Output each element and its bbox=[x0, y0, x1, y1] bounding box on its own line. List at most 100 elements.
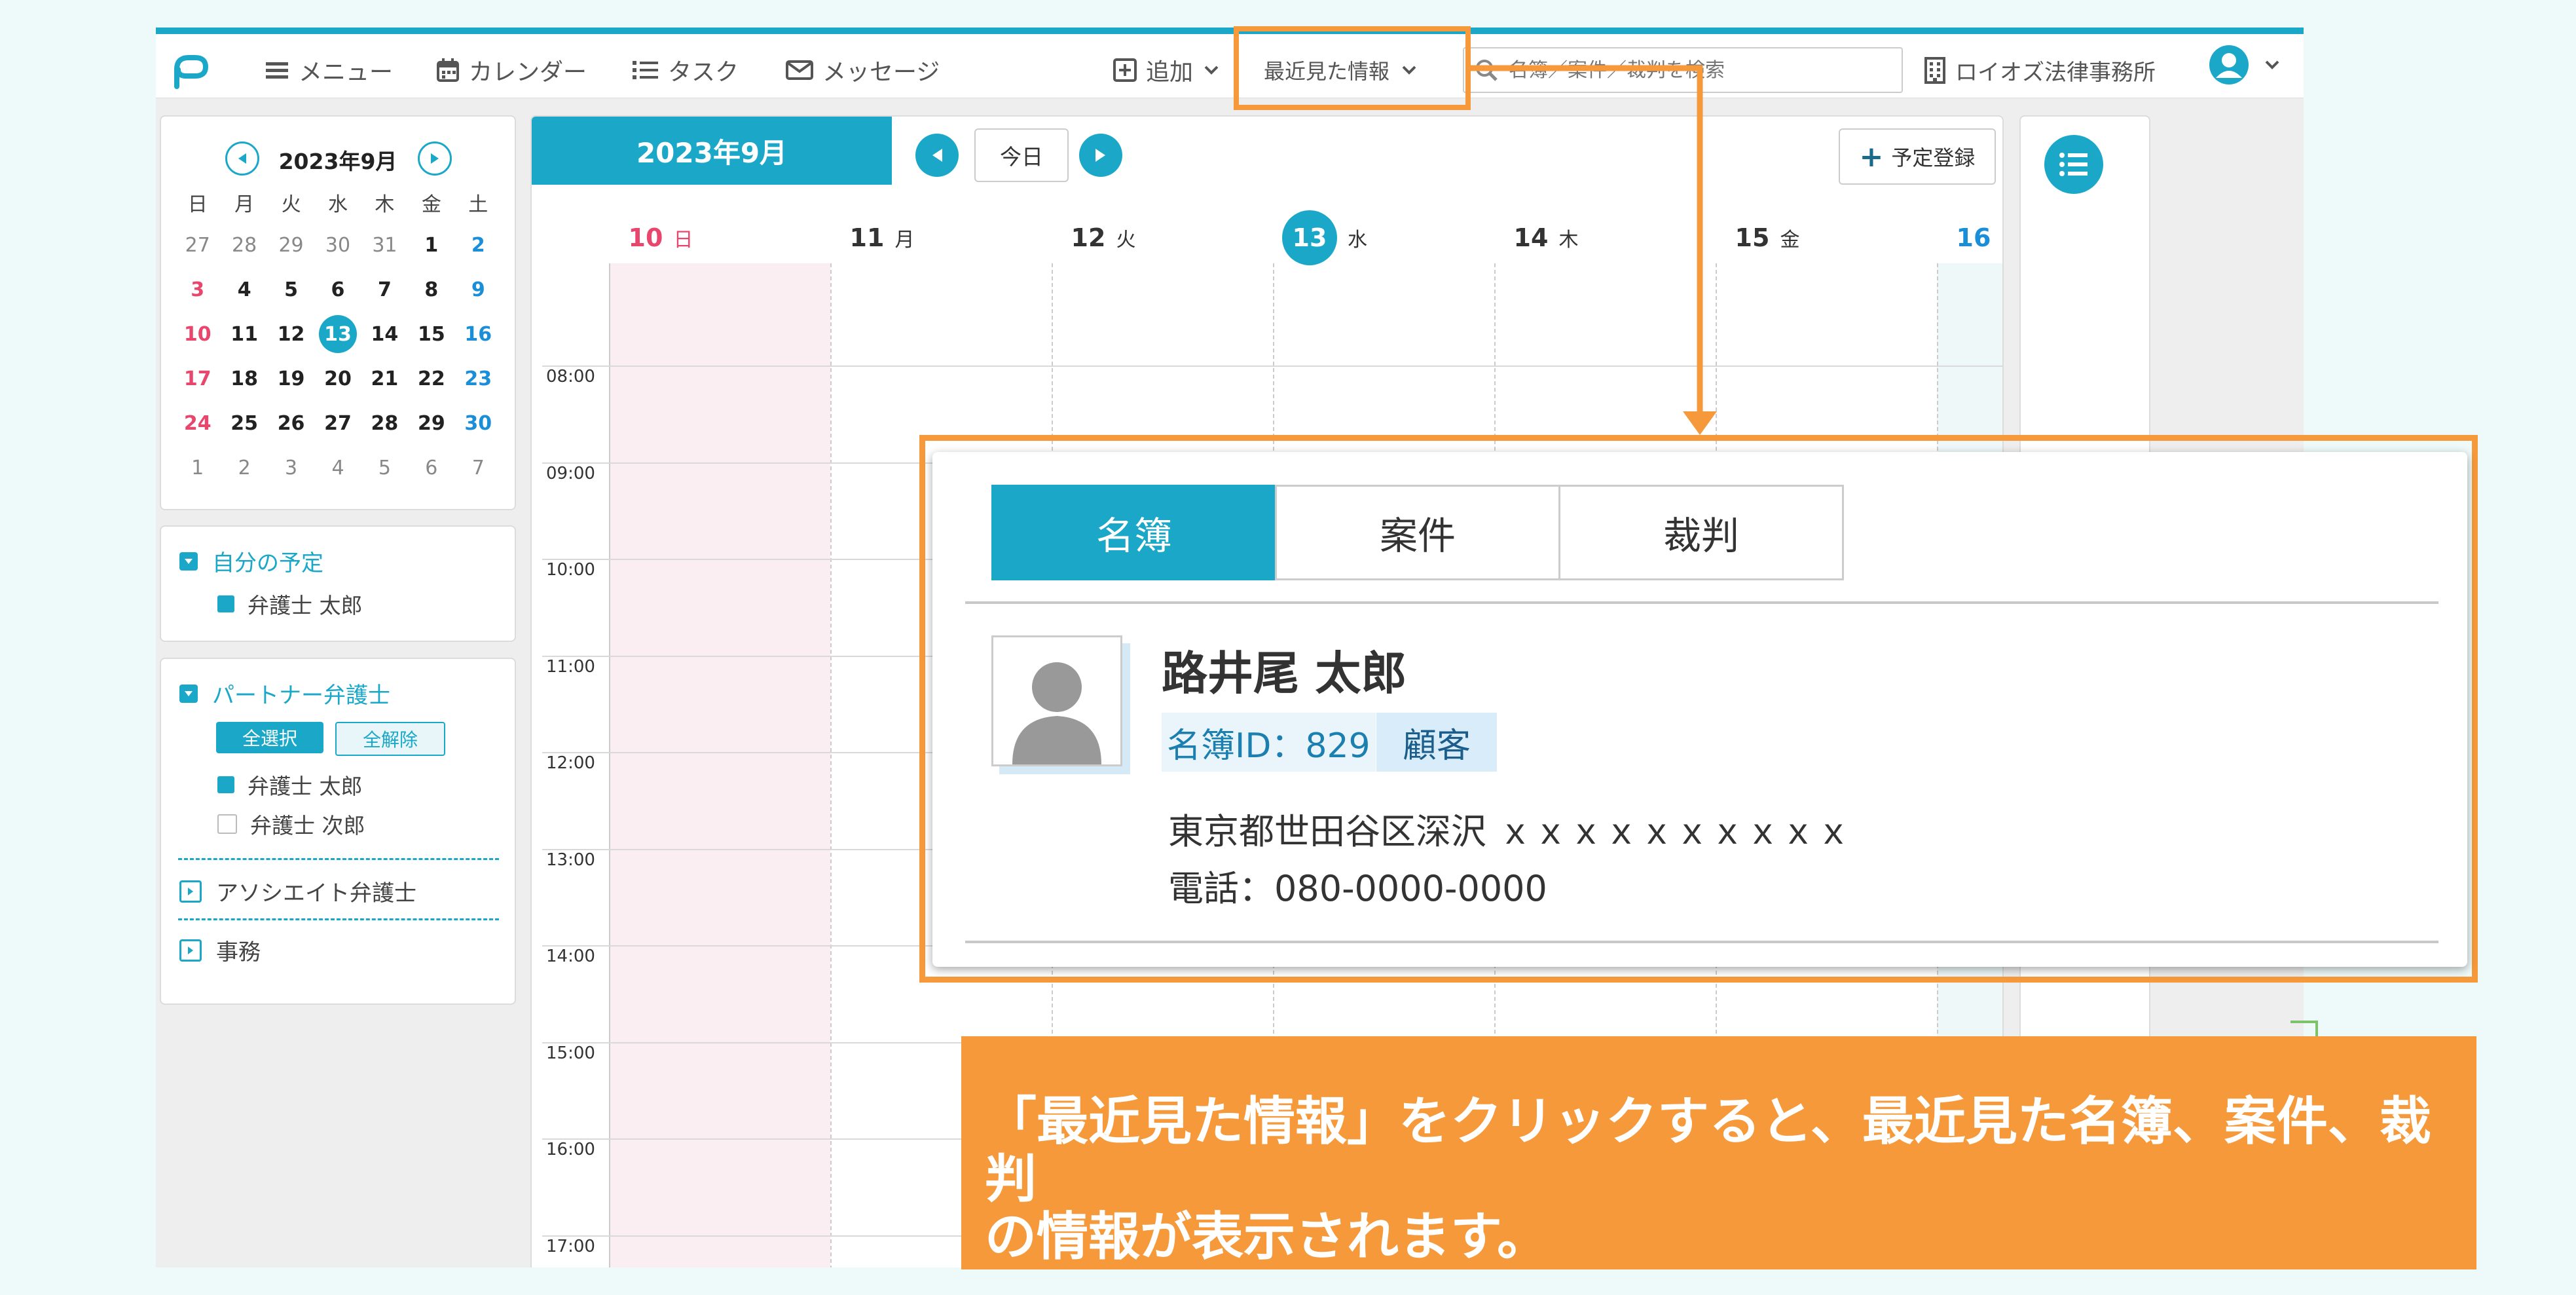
today-button[interactable]: 今日 bbox=[974, 128, 1069, 182]
mini-calendar-day[interactable]: 18 bbox=[221, 356, 267, 401]
tab-contacts[interactable]: 名簿 bbox=[991, 485, 1277, 580]
mini-calendar-day[interactable]: 15 bbox=[408, 312, 454, 356]
tab-cases[interactable]: 案件 bbox=[1275, 485, 1560, 580]
mini-calendar-day[interactable]: 3 bbox=[174, 267, 221, 312]
prev-week-button[interactable] bbox=[915, 134, 959, 177]
mini-calendar-day[interactable]: 16 bbox=[455, 312, 502, 356]
mini-calendar-day[interactable]: 14 bbox=[361, 312, 408, 356]
mini-calendar-day[interactable]: 5 bbox=[361, 445, 408, 490]
hamburger-icon bbox=[266, 62, 288, 79]
user-menu[interactable] bbox=[2208, 45, 2280, 84]
task-nav[interactable]: タスク bbox=[633, 54, 739, 86]
checkbox-checked[interactable] bbox=[217, 595, 234, 612]
mini-calendar-day[interactable]: 17 bbox=[174, 356, 221, 401]
mini-calendar-day[interactable]: 10 bbox=[174, 312, 221, 356]
hour-label: 16:00 bbox=[546, 1140, 595, 1159]
mini-calendar-day[interactable]: 23 bbox=[455, 356, 502, 401]
day-of-week: 水 bbox=[1348, 229, 1367, 252]
deselect-all-button[interactable]: 全解除 bbox=[335, 722, 445, 756]
mini-calendar-day[interactable]: 13 bbox=[314, 312, 361, 356]
mini-calendar-day[interactable]: 20 bbox=[314, 356, 361, 401]
mini-calendar-day[interactable]: 6 bbox=[314, 267, 361, 312]
mini-calendar-day[interactable]: 19 bbox=[268, 356, 314, 401]
search-box[interactable] bbox=[1463, 47, 1903, 93]
menu-nav[interactable]: メニュー bbox=[266, 54, 393, 86]
my-schedule-toggle[interactable]: 自分の予定 bbox=[179, 545, 323, 577]
add-schedule-button[interactable]: + 予定登録 bbox=[1839, 128, 1996, 185]
mini-calendar-day[interactable]: 31 bbox=[361, 223, 408, 267]
person-avatar[interactable] bbox=[991, 635, 1122, 766]
lawyer-name: 弁護士 太郎 bbox=[248, 593, 363, 618]
checkbox-unchecked[interactable] bbox=[217, 814, 237, 834]
list-view-button[interactable] bbox=[2044, 135, 2103, 194]
mini-calendar-day[interactable]: 3 bbox=[268, 445, 314, 490]
hour-label: 15:00 bbox=[546, 1043, 595, 1063]
mini-calendar-day[interactable]: 11 bbox=[221, 312, 267, 356]
expand-toggle-icon bbox=[179, 939, 202, 962]
mini-calendar-day[interactable]: 22 bbox=[408, 356, 454, 401]
lawyer-name: 弁護士 太郎 bbox=[248, 774, 363, 799]
mini-calendar-day[interactable]: 12 bbox=[268, 312, 314, 356]
partner-lawyers-title: パートナー弁護士 bbox=[212, 683, 390, 709]
partner-item[interactable]: 弁護士 次郎 bbox=[217, 808, 365, 840]
mini-calendar-day[interactable]: 1 bbox=[174, 445, 221, 490]
checkbox-checked[interactable] bbox=[217, 776, 234, 793]
sunday-column-bg bbox=[609, 263, 830, 1267]
person-name[interactable]: 路井尾 太郎 bbox=[1162, 637, 1407, 703]
mini-calendar-day[interactable]: 27 bbox=[174, 223, 221, 267]
weekday-label: 日 bbox=[187, 193, 208, 216]
mini-calendar-day[interactable]: 30 bbox=[455, 401, 502, 445]
mini-calendar-day[interactable]: 24 bbox=[174, 401, 221, 445]
next-week-button[interactable] bbox=[1079, 134, 1122, 177]
mini-calendar-day[interactable]: 25 bbox=[221, 401, 267, 445]
mini-calendar-day[interactable]: 21 bbox=[361, 356, 408, 401]
mini-calendar-day[interactable]: 26 bbox=[268, 401, 314, 445]
select-all-button[interactable]: 全選択 bbox=[216, 722, 323, 753]
mini-calendar-day[interactable]: 6 bbox=[408, 445, 454, 490]
mini-calendar-day[interactable]: 9 bbox=[455, 267, 502, 312]
mini-calendar-day[interactable]: 4 bbox=[221, 267, 267, 312]
calendar-icon bbox=[437, 58, 459, 82]
day-of-week: 日 bbox=[673, 229, 693, 252]
mini-calendar-day[interactable]: 5 bbox=[268, 267, 314, 312]
partner-lawyers-panel: パートナー弁護士 全選択 全解除 弁護士 太郎 弁護士 次郎 アソシエイト弁護士… bbox=[160, 658, 516, 1005]
mini-calendar-day[interactable]: 2 bbox=[455, 223, 502, 267]
lawyer-name: 弁護士 次郎 bbox=[250, 813, 365, 838]
my-schedule-item[interactable]: 弁護士 太郎 bbox=[217, 588, 363, 620]
hour-label: 14:00 bbox=[546, 947, 595, 966]
mini-calendar-day[interactable]: 2 bbox=[221, 445, 267, 490]
calendar-nav[interactable]: カレンダー bbox=[436, 54, 587, 86]
day-header[interactable]: 10 日 bbox=[550, 215, 771, 261]
mini-calendar-day[interactable]: 4 bbox=[314, 445, 361, 490]
next-month-button[interactable] bbox=[418, 141, 452, 176]
mini-calendar-day[interactable]: 27 bbox=[314, 401, 361, 445]
day-header[interactable]: 12 火 bbox=[993, 215, 1214, 261]
partner-item[interactable]: 弁護士 太郎 bbox=[217, 769, 363, 800]
day-header[interactable]: 14 木 bbox=[1435, 215, 1657, 261]
day-header[interactable]: 16 土 bbox=[1878, 215, 2002, 261]
mini-calendar-day[interactable]: 28 bbox=[221, 223, 267, 267]
mini-calendar-day[interactable]: 1 bbox=[408, 223, 454, 267]
mini-calendar-day[interactable]: 7 bbox=[361, 267, 408, 312]
mini-calendar-day[interactable]: 29 bbox=[408, 401, 454, 445]
expand-toggle-icon bbox=[179, 880, 202, 903]
app-logo-icon[interactable] bbox=[169, 50, 215, 93]
day-header[interactable]: 15 金 bbox=[1657, 215, 1878, 261]
mini-calendar-day[interactable]: 7 bbox=[455, 445, 502, 490]
day-number: 11 bbox=[849, 223, 885, 252]
tab-trials[interactable]: 裁判 bbox=[1558, 485, 1844, 580]
message-nav[interactable]: メッセージ bbox=[786, 54, 940, 86]
add-dropdown[interactable]: 追加 bbox=[1113, 54, 1219, 86]
office-selector[interactable]: ロイオズ法律事務所 bbox=[1924, 54, 2156, 86]
day-header[interactable]: 11 月 bbox=[771, 215, 993, 261]
associates-group[interactable]: アソシエイト弁護士 bbox=[179, 875, 416, 907]
mini-calendar-day[interactable]: 8 bbox=[408, 267, 454, 312]
search-input[interactable] bbox=[1507, 58, 1877, 83]
staff-group[interactable]: 事務 bbox=[179, 934, 261, 966]
mini-calendar-day[interactable]: 30 bbox=[314, 223, 361, 267]
hour-label: 17:00 bbox=[546, 1236, 595, 1256]
mini-calendar-day[interactable]: 29 bbox=[268, 223, 314, 267]
partner-lawyers-toggle[interactable]: パートナー弁護士 bbox=[179, 677, 390, 709]
day-header[interactable]: 13 水 bbox=[1214, 210, 1435, 265]
mini-calendar-day[interactable]: 28 bbox=[361, 401, 408, 445]
